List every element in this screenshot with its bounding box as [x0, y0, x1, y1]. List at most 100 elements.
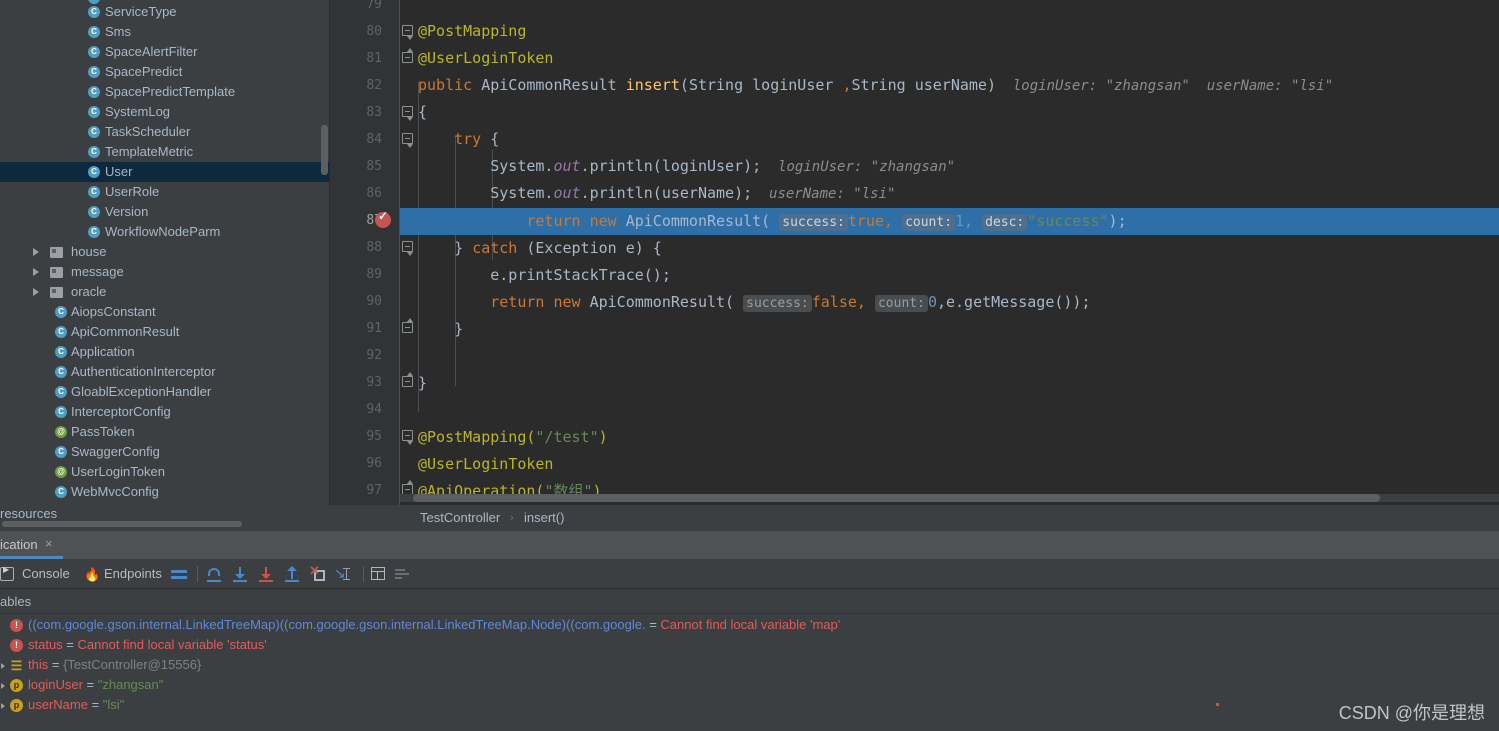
run-to-cursor-icon[interactable]: ↘ — [334, 565, 356, 583]
line-number-93[interactable]: 93 — [366, 369, 382, 396]
tree-item-aiopsconstant[interactable]: C AiopsConstant — [0, 302, 330, 322]
code-line-88[interactable]: } catch (Exception e) { — [400, 235, 1499, 262]
line-number-88[interactable]: 88 — [366, 234, 382, 261]
variable-row[interactable]: ! status = Cannot find local variable 'st… — [0, 635, 1499, 655]
line-number-89[interactable]: 89 — [366, 261, 382, 288]
tree-item-oracle[interactable]: oracle — [0, 282, 330, 302]
tree-item-spacepredict[interactable]: C SpacePredict — [0, 62, 330, 82]
code-line-90[interactable]: return new ApiCommonResult( success: fals… — [400, 289, 1499, 316]
tree-item-application[interactable]: C Application — [0, 342, 330, 362]
breakpoint-icon[interactable] — [375, 209, 391, 228]
code-line-82[interactable]: public ApiCommonResult insert(String log… — [400, 72, 1499, 99]
line-number-96[interactable]: 96 — [366, 450, 382, 477]
breadcrumb[interactable]: TestController › insert() — [330, 505, 1499, 531]
tab-endpoints[interactable]: Endpoints — [104, 559, 162, 589]
project-tree-panel[interactable]: C ServiceType C Sms C SpaceAlertFilter C SpaceP… — [0, 0, 330, 505]
code-line-89[interactable]: e.printStackTrace(); — [400, 262, 1499, 289]
step-into-icon[interactable] — [231, 565, 249, 583]
code-line-93[interactable]: } — [400, 370, 1499, 397]
sidebar-vertical-scrollbar[interactable] — [321, 125, 328, 175]
tree-item-passtoken[interactable]: @ PassToken — [0, 422, 330, 442]
project-tree-list[interactable]: C ServiceType C Sms C SpaceAlertFilter C SpaceP… — [0, 2, 330, 502]
code-line-96[interactable]: @UserLoginToken — [400, 451, 1499, 478]
tree-item-userlogintoken[interactable]: @ UserLoginToken — [0, 462, 330, 482]
code-line-81[interactable]: @UserLoginToken — [400, 45, 1499, 72]
tree-item-authenticationinterceptor[interactable]: C AuthenticationInterceptor — [0, 362, 330, 382]
variables-list[interactable]: ! ((com.google.gson.internal.LinkedTreeMa… — [0, 615, 1499, 731]
tree-item-interceptorconfig[interactable]: C InterceptorConfig — [0, 402, 330, 422]
line-number-84[interactable]: 84 — [366, 126, 382, 153]
expand-chevron-icon[interactable] — [1, 683, 6, 689]
code-line-95[interactable]: @PostMapping("/test") — [400, 424, 1499, 451]
tree-item-gloablexceptionhandler[interactable]: C GloablExceptionHandler — [0, 382, 330, 402]
drop-frame-icon[interactable]: ✕ — [309, 563, 327, 583]
tree-item-apicommonresult[interactable]: C ApiCommonResult — [0, 322, 330, 342]
tree-item-taskscheduler[interactable]: C TaskScheduler — [0, 122, 330, 142]
line-number-83[interactable]: 83 — [366, 99, 382, 126]
sidebar-horizontal-scrollbar[interactable] — [2, 521, 242, 527]
line-number-86[interactable]: 86 — [366, 180, 382, 207]
code-line-86[interactable]: System.out.println(userName); userName: … — [400, 180, 1499, 207]
expand-chevron-icon[interactable] — [1, 663, 6, 669]
step-over-icon[interactable] — [205, 565, 223, 583]
line-number-90[interactable]: 90 — [366, 288, 382, 315]
chevron-right-icon[interactable] — [33, 288, 39, 296]
breadcrumb-method[interactable]: insert() — [524, 505, 564, 531]
code-editor[interactable]: 79808182838485868788899091929394959697 @… — [330, 0, 1499, 505]
debugger-panel[interactable]: ication × Console 🔥 Endpoints — [0, 531, 1499, 731]
chevron-right-icon[interactable] — [33, 268, 39, 276]
line-number-82[interactable]: 82 — [366, 72, 382, 99]
debugger-toolbar[interactable]: Console 🔥 Endpoints ✕ ↘ — [0, 559, 1499, 589]
tree-item-spacealertfilter[interactable]: C SpaceAlertFilter — [0, 42, 330, 62]
tree-item-sms[interactable]: C Sms — [0, 22, 330, 42]
tree-item-servicetype[interactable]: C ServiceType — [0, 2, 330, 22]
tree-item-version[interactable]: C Version — [0, 202, 330, 222]
endpoints-flame-icon[interactable]: 🔥 — [84, 568, 100, 582]
line-number-85[interactable]: 85 — [366, 153, 382, 180]
tree-item-house[interactable]: house — [0, 242, 330, 262]
line-number-97[interactable]: 97 — [366, 477, 382, 504]
tree-item-templatemetric[interactable]: C TemplateMetric — [0, 142, 330, 162]
editor-gutter[interactable]: 79808182838485868788899091929394959697 — [330, 0, 413, 505]
variable-row[interactable]: p userName = "lsi" — [0, 695, 1499, 715]
evaluate-table-icon[interactable] — [369, 565, 387, 583]
tree-item-swaggerconfig[interactable]: C SwaggerConfig — [0, 442, 330, 462]
code-line-84[interactable]: try { — [400, 126, 1499, 153]
tab-console[interactable]: Console — [22, 559, 70, 589]
variable-row[interactable]: ! ((com.google.gson.internal.LinkedTreeMa… — [0, 615, 1499, 635]
line-number-95[interactable]: 95 — [366, 423, 382, 450]
line-number-92[interactable]: 92 — [366, 342, 382, 369]
code-line-83[interactable]: { — [400, 99, 1499, 126]
code-line-85[interactable]: System.out.println(loginUser); loginUser… — [400, 153, 1499, 180]
variable-row[interactable]: ☰ this = {TestController@15556} — [0, 655, 1499, 675]
tree-item-user[interactable]: C User — [0, 162, 330, 182]
line-number-79[interactable]: 79 — [366, 0, 382, 18]
variable-row[interactable]: p loginUser = "zhangsan" — [0, 675, 1499, 695]
chevron-right-icon[interactable] — [33, 248, 39, 256]
breadcrumb-class[interactable]: TestController — [420, 505, 500, 531]
expand-chevron-icon[interactable] — [1, 703, 6, 709]
line-number-94[interactable]: 94 — [366, 396, 382, 423]
tree-item-userrole[interactable]: C UserRole — [0, 182, 330, 202]
force-step-into-icon[interactable] — [257, 565, 275, 583]
step-out-icon[interactable] — [283, 565, 301, 583]
run-tab-bar[interactable]: ication × — [0, 531, 1499, 559]
tree-item-message[interactable]: message — [0, 262, 330, 282]
tree-item-webmvcconfig[interactable]: C WebMvcConfig — [0, 482, 330, 502]
editor-horizontal-scrollbar[interactable] — [413, 494, 1380, 502]
code-line-80[interactable]: @PostMapping — [400, 18, 1499, 45]
frames-lines-icon[interactable] — [170, 565, 188, 583]
line-number-81[interactable]: 81 — [366, 45, 382, 72]
code-line-91[interactable]: } — [400, 316, 1499, 343]
tree-item-spacepredicttemplate[interactable]: C SpacePredictTemplate — [0, 82, 330, 102]
line-number-80[interactable]: 80 — [366, 18, 382, 45]
close-icon[interactable]: × — [45, 537, 57, 550]
code-line-87[interactable]: return new ApiCommonResult( success: true… — [400, 208, 1499, 235]
system-token: System. — [490, 157, 554, 175]
line-number-91[interactable]: 91 — [366, 315, 382, 342]
console-run-icon[interactable] — [0, 565, 14, 581]
tree-item-systemlog[interactable]: C SystemLog — [0, 102, 330, 122]
tree-item-workflownodeparm[interactable]: C WorkflowNodeParm — [0, 222, 330, 242]
code-content[interactable]: @PostMapping @UserLoginToken public ApiC… — [400, 0, 1499, 505]
sort-values-icon[interactable] — [394, 565, 412, 583]
